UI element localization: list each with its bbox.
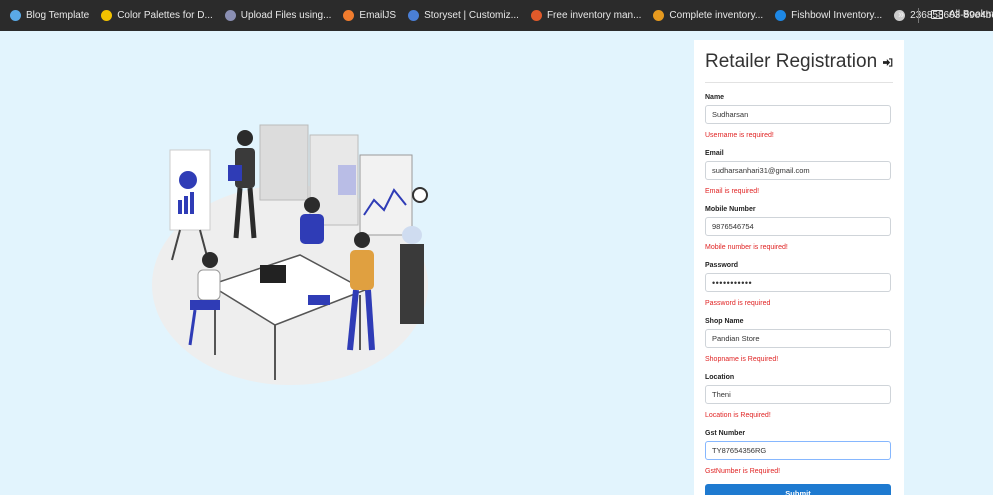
bookmark-item[interactable]: Color Palettes for D... (101, 10, 213, 21)
password-group: Password ••••••••••• Password is require… (705, 262, 893, 307)
bookmark-item[interactable]: Upload Files using... (224, 10, 331, 21)
palette-icon (101, 10, 113, 21)
error-message: Mobile number is required! (705, 244, 788, 251)
mobile-group: Mobile Number 9876546754 Mobile number i… (705, 206, 893, 251)
field-label: Password (705, 262, 739, 269)
bookmark-item[interactable]: EmailJS (343, 10, 396, 21)
location-group: Location Theni Location is Required! (705, 374, 893, 419)
error-message: GstNumber is Required! (705, 468, 781, 475)
site-icon (530, 10, 542, 21)
field-label: Email (705, 150, 724, 157)
field-label: Location (705, 374, 735, 381)
email-group: Email sudharsanhari31@gmail.com Email is… (705, 150, 893, 195)
bookmark-item[interactable]: Blog Template (10, 10, 89, 21)
error-message: Username is required! (705, 132, 774, 139)
shop-name-input[interactable]: Pandian Store (705, 329, 891, 348)
sign-in-icon (883, 57, 893, 67)
error-message: Shopname is Required! (705, 356, 779, 363)
error-message: Email is required! (705, 188, 760, 195)
bookmark-item[interactable]: Storyset | Customiz... (408, 10, 519, 21)
atom-icon (10, 10, 21, 21)
field-label: Shop Name (705, 318, 744, 325)
emailjs-icon (343, 10, 355, 21)
site-icon (653, 10, 665, 21)
name-input[interactable]: Sudharsan (705, 105, 891, 124)
fishbowl-icon (775, 10, 787, 21)
field-label: Name (705, 94, 725, 101)
form-title: Retailer Registration (705, 51, 893, 83)
office-illustration (152, 124, 428, 385)
shop-name-group: Shop Name Pandian Store Shopname is Requ… (705, 318, 893, 363)
bookmark-item[interactable]: Complete inventory... (653, 10, 763, 21)
bookmarks-bar: Blog Template Color Palettes for D... Up… (0, 0, 993, 31)
bookmark-item[interactable]: Fishbowl Inventory... (775, 10, 882, 21)
error-message: Location is Required! (705, 412, 771, 419)
email-input[interactable]: sudharsanhari31@gmail.com (705, 161, 891, 180)
storyset-icon (408, 10, 420, 21)
gst-number-input[interactable]: TY87654356RG (705, 441, 891, 460)
name-group: Name Sudharsan Username is required! (705, 94, 893, 139)
field-label: Gst Number (705, 430, 746, 437)
mobile-number-input[interactable]: 9876546754 (705, 217, 891, 236)
registration-panel: Retailer Registration Name Sudharsan Use… (694, 40, 904, 495)
password-input[interactable]: ••••••••••• (705, 273, 891, 292)
gst-number-group: Gst Number TY87654356RG GstNumber is Req… (705, 430, 893, 475)
field-label: Mobile Number (705, 206, 756, 213)
divider (918, 8, 919, 23)
bookmark-item[interactable]: Free inventory man... (530, 10, 641, 21)
all-bookmarks-button[interactable]: All Bookmarks (931, 9, 993, 20)
folder-icon (931, 10, 943, 19)
bookmarks-overflow-button[interactable]: » (898, 9, 904, 21)
upload-icon (224, 10, 236, 21)
location-input[interactable]: Theni (705, 385, 891, 404)
error-message: Password is required (705, 300, 771, 307)
submit-button[interactable]: Submit (705, 484, 891, 495)
